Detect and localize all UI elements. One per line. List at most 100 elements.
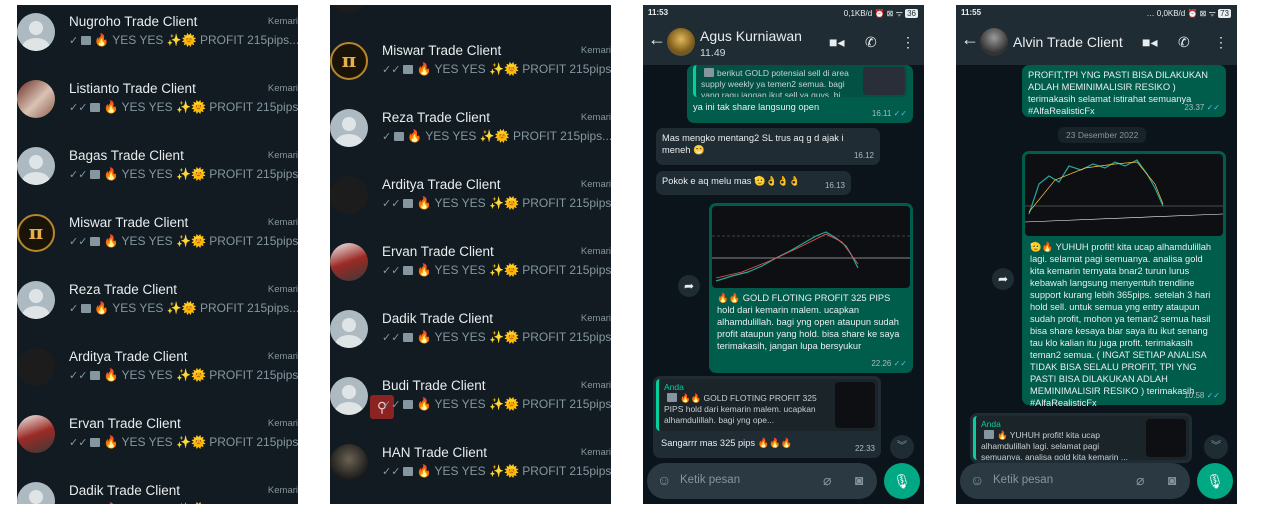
chat-preview: ✓✓🔥 YES YES ✨🌞 PROFIT 215pips... xyxy=(382,397,611,411)
chat-list-item[interactable]: Reza Trade Client Kemari ✓ 🔥 YES YES ✨🌞 PRO… xyxy=(330,103,611,170)
message-bubble[interactable]: PROFIT,TPI YNG PASTI BISA DILAKUKAN ADLA… xyxy=(1022,65,1226,117)
mic-button[interactable]: 🎙 xyxy=(884,463,920,499)
image-icon xyxy=(90,170,101,179)
tick-icon: ✓✓ xyxy=(382,399,401,411)
chat-list-item[interactable]: Dadik Trade ClientKemari✓✓🔥 YES YES ✨🌞 P… xyxy=(330,304,611,371)
sparkle-icon: ✨🌞 xyxy=(176,502,206,504)
sparkle-icon: ✨🌞 xyxy=(176,100,206,114)
chat-list-item[interactable]: π Miswar Trade Client Kemari ✓✓ 🔥 YES YES ✨🌞… xyxy=(17,208,298,275)
contact-avatar[interactable] xyxy=(17,147,55,185)
tick-icon: ✓✓ xyxy=(69,437,88,449)
image-message-bubble[interactable]: 🫡🔥 YUHUH profit! kita ucap alhamdulillah… xyxy=(1022,151,1226,408)
chat-preview: ✓ 🔥 YES YES ✨🌞 PROFIT 215pips... xyxy=(69,33,298,47)
more-options-icon[interactable]: ⋮ xyxy=(901,34,915,51)
back-arrow-icon[interactable]: ← xyxy=(648,29,666,50)
forward-icon[interactable]: ➦ xyxy=(678,275,700,297)
network-speed: 0,1KB/d xyxy=(843,9,873,18)
contact-avatar[interactable] xyxy=(17,415,55,453)
chat-list-item[interactable]: Ervan Trade Client Kemari ✓✓ 🔥 YES YES ✨🌞 P… xyxy=(330,237,611,304)
emoji-icon[interactable]: ☺ xyxy=(657,472,671,488)
chart-image[interactable] xyxy=(1025,154,1223,236)
chat-list-item[interactable]: Dadik Trade ClientKemari✓✓🔥 YES YES ✨🌞 P… xyxy=(17,476,298,504)
quoted-message[interactable]: Anda 🔥🔥 GOLD FLOTING PROFIT 325 PIPS hol… xyxy=(656,379,878,431)
image-icon xyxy=(81,304,92,313)
contact-avatar[interactable] xyxy=(330,176,368,214)
fire-icon: 🔥 xyxy=(416,397,432,411)
sparkle-icon: ✨🌞 xyxy=(176,234,206,248)
fire-icon: 🔥 xyxy=(407,129,423,143)
chart-thumbnail xyxy=(1146,419,1186,457)
chat-name: HAN Trade Client xyxy=(382,445,488,460)
phone-call-icon[interactable]: ✆ xyxy=(1178,34,1190,51)
chat-list-item[interactable]: Listianto Trade Client Kemari ✓✓ 🔥 YES YES … xyxy=(17,74,298,141)
camera-icon[interactable]: ◙ xyxy=(855,472,863,488)
fire-icon: 🔥 xyxy=(416,330,432,344)
last-seen: 11.49 xyxy=(700,47,726,59)
quoted-message[interactable]: berikut GOLD potensial sell di area supp… xyxy=(693,65,907,97)
message-input[interactable]: ☺ Ketik pesan ⌀ ◙ xyxy=(647,463,877,499)
chat-list-item[interactable]: Nugroho Trade Client Kemari ✓ 🔥 YES YES ✨🌞 … xyxy=(17,7,298,74)
chat-list-item[interactable]: ⚲ Budi Trade Client Kemari ✓✓ 🔥 YES YES ✨🌞 P… xyxy=(330,371,611,438)
network-speed: 0,0KB/d xyxy=(1156,9,1186,18)
chat-preview: ✓ 🔥 YES YES ✨🌞 PROFIT 215pips... xyxy=(382,129,611,143)
image-message-bubble[interactable]: 🔥🔥 GOLD FLOTING PROFIT 325 PIPS hold dar… xyxy=(709,203,913,373)
chat-list-item[interactable]: Arditya Trade Client Kemari ✓✓ 🔥 YES YES ✨🌞… xyxy=(330,170,611,237)
contact-avatar[interactable] xyxy=(330,5,368,13)
attach-icon[interactable]: ⌀ xyxy=(1136,472,1144,489)
contact-avatar[interactable]: π xyxy=(330,42,368,80)
message-bubble[interactable]: Mas mengko mentang2 SL trus aq g d ajak … xyxy=(656,128,880,165)
contact-avatar[interactable] xyxy=(17,482,55,504)
video-call-icon[interactable]: ■◂ xyxy=(1142,34,1157,51)
scroll-down-icon[interactable]: ︾ xyxy=(1204,435,1228,459)
sparkle-icon: ✨🌞 xyxy=(489,397,519,411)
image-icon xyxy=(403,65,414,74)
tick-icon: ✓✓ xyxy=(69,169,88,181)
fire-icon: 🔥 xyxy=(94,301,110,315)
reply-message-bubble[interactable]: Anda 🔥🔥 GOLD FLOTING PROFIT 325 PIPS hol… xyxy=(653,376,881,458)
contact-avatar[interactable] xyxy=(17,348,55,386)
emoji-icon[interactable]: ☺ xyxy=(970,472,984,488)
chat-preview: ✓✓🔥 YES YES ✨🌞 PROFIT 215pips... xyxy=(69,435,298,449)
chat-list-item[interactable]: HAN Trade Client Kemari ✓✓ 🔥 YES YES ✨🌞 PRO… xyxy=(330,438,611,504)
more-options-icon[interactable]: ⋮ xyxy=(1214,34,1228,51)
mic-button[interactable]: 🎙 xyxy=(1197,463,1233,499)
contact-avatar[interactable] xyxy=(330,310,368,348)
contact-avatar[interactable]: π xyxy=(17,214,55,252)
chat-list-item[interactable]: Arditya Trade Client Kemari ✓✓ 🔥 YES YES ✨🌞… xyxy=(17,342,298,409)
video-call-icon[interactable]: ■◂ xyxy=(829,34,844,51)
chat-name: Miswar Trade Client xyxy=(382,43,502,58)
message-bubble[interactable]: berikut GOLD potensial sell di area supp… xyxy=(687,65,913,123)
fire-icon: 🔥 xyxy=(94,33,110,47)
contact-avatar[interactable] xyxy=(17,80,55,118)
contact-avatar[interactable] xyxy=(17,281,55,319)
sparkle-icon: ✨🌞 xyxy=(176,167,206,181)
contact-avatar[interactable] xyxy=(330,109,368,147)
camera-icon[interactable]: ◙ xyxy=(1168,472,1176,488)
contact-avatar[interactable] xyxy=(330,243,368,281)
contact-avatar[interactable] xyxy=(980,28,1008,56)
chat-date: Kemari xyxy=(580,313,611,324)
tick-icon: ✓✓ xyxy=(382,332,401,344)
chat-list-item[interactable]: Ervan Trade Client Kemari ✓✓ 🔥 YES YES ✨🌞 P… xyxy=(17,409,298,476)
phone-call-icon[interactable]: ✆ xyxy=(865,34,877,51)
chat-list-item[interactable]: Bagas Trade Client Kemari ✓✓ 🔥 YES YES ✨🌞 P… xyxy=(17,141,298,208)
chart-image[interactable] xyxy=(712,206,910,288)
tick-icon: ✓✓ xyxy=(382,466,401,478)
contact-avatar[interactable] xyxy=(330,377,368,415)
scroll-down-icon[interactable]: ︾ xyxy=(890,435,914,459)
chat-list-item[interactable]: π Miswar Trade Client Kemari ✓✓ 🔥 YES YES ✨🌞… xyxy=(330,36,611,103)
contact-avatar[interactable] xyxy=(667,28,695,56)
contact-avatar[interactable] xyxy=(17,13,55,51)
message-bubble[interactable]: Pokok e aq melu mas 🫡👌👌👌 16.13 xyxy=(656,171,851,195)
reply-message-bubble[interactable]: Anda 🔥 YUHUH profit! kita ucap alhamduli… xyxy=(970,413,1192,463)
back-arrow-icon[interactable]: ← xyxy=(961,29,979,50)
chat-date: Kemari xyxy=(267,485,298,496)
quoted-message[interactable]: Anda 🔥 YUHUH profit! kita ucap alhamduli… xyxy=(973,416,1189,460)
contact-avatar[interactable] xyxy=(330,444,368,482)
forward-icon[interactable]: ➦ xyxy=(992,268,1014,290)
chat-list-item[interactable]: Reza Trade Client Kemari ✓ 🔥 YES YES ✨🌞 PRO… xyxy=(17,275,298,342)
contact-name[interactable]: Alvin Trade Client xyxy=(1013,34,1123,50)
message-input[interactable]: ☺ Ketik pesan ⌀ ◙ xyxy=(960,463,1190,499)
attach-icon[interactable]: ⌀ xyxy=(823,472,831,489)
contact-name[interactable]: Agus Kurniawan xyxy=(700,28,802,44)
